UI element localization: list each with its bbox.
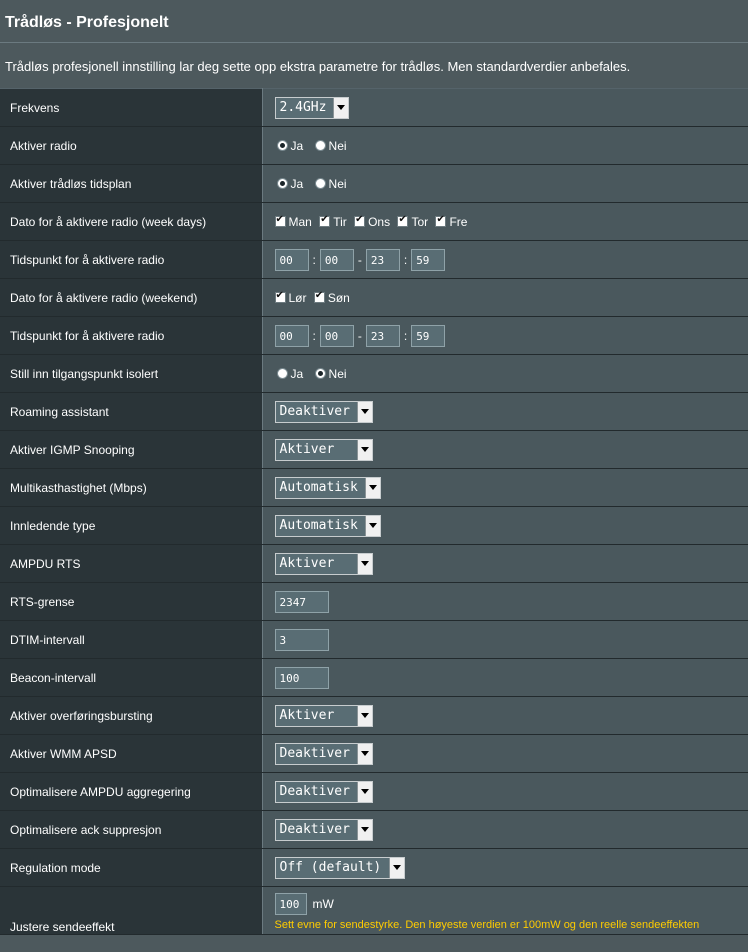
- checkbox-son[interactable]: [313, 290, 325, 304]
- radio-schedule-no[interactable]: [314, 178, 326, 190]
- preamble-select[interactable]: Automatisk: [274, 514, 381, 537]
- multicast-rate-select[interactable]: Automatisk: [274, 476, 381, 499]
- weekend-end-minute-input[interactable]: 59: [411, 324, 446, 347]
- row-regulation: Regulation mode Off (default): [0, 848, 748, 887]
- row-tid-week: Tidspunkt for å aktivere radio 00:00-23:…: [0, 240, 748, 279]
- radio-enable-no[interactable]: [314, 140, 326, 152]
- label-dato-week: Dato for å aktivere radio (week days): [0, 202, 263, 241]
- label-aktiver-radio: Aktiver radio: [0, 126, 263, 165]
- page-title: Trådløs - Profesjonelt: [0, 0, 748, 43]
- igmp-select[interactable]: Aktiver: [274, 438, 373, 461]
- row-ack: Optimalisere ack suppresjon Deaktiver: [0, 810, 748, 849]
- label-bursting: Aktiver overføringsbursting: [0, 696, 263, 735]
- label-ack: Optimalisere ack suppresjon: [0, 810, 263, 849]
- label-frekvens: Frekvens: [0, 88, 263, 127]
- weekday-end-hour-input[interactable]: 23: [365, 248, 400, 271]
- checkbox-tor[interactable]: [397, 214, 409, 228]
- page-description: Trådløs profesjonell innstilling lar deg…: [5, 59, 631, 74]
- label-preamble: Innledende type: [0, 506, 263, 545]
- roaming-select[interactable]: Deaktiver: [274, 400, 373, 423]
- beacon-interval-input[interactable]: 100: [274, 666, 329, 689]
- row-preamble: Innledende type Automatisk: [0, 506, 748, 545]
- label-wmm-apsd: Aktiver WMM APSD: [0, 734, 263, 773]
- row-tid-weekend: Tidspunkt for å aktivere radio 00:00-23:…: [0, 316, 748, 355]
- label-rts: RTS-grense: [0, 582, 263, 621]
- label-isolert: Still inn tilgangspunkt isolert: [0, 354, 263, 393]
- row-dtim: DTIM-intervall 3: [0, 620, 748, 659]
- rts-threshold-input[interactable]: 2347: [274, 590, 329, 613]
- chevron-down-icon: [356, 553, 372, 574]
- label-tid-week: Tidspunkt for å aktivere radio: [0, 240, 263, 279]
- weekend-start-hour-input[interactable]: 00: [274, 324, 309, 347]
- row-ampdu-rts: AMPDU RTS Aktiver: [0, 544, 748, 583]
- row-ampdu-agg: Optimalisere AMPDU aggregering Deaktiver: [0, 772, 748, 811]
- ampdu-rts-select[interactable]: Aktiver: [274, 552, 373, 575]
- label-multicast: Multikasthastighet (Mbps): [0, 468, 263, 507]
- weekday-end-minute-input[interactable]: 59: [411, 248, 446, 271]
- dtim-interval-input[interactable]: 3: [274, 628, 329, 651]
- frequency-select[interactable]: 2.4GHz: [274, 96, 349, 119]
- row-roaming: Roaming assistant Deaktiver: [0, 392, 748, 431]
- ack-suppression-select[interactable]: Deaktiver: [274, 818, 373, 841]
- label-txpower: Justere sendeeffekt: [0, 886, 263, 935]
- label-tid-weekend: Tidspunkt for å aktivere radio: [0, 316, 263, 355]
- label-tidsplan: Aktiver trådløs tidsplan: [0, 164, 263, 203]
- ampdu-aggregation-select[interactable]: Deaktiver: [274, 780, 373, 803]
- chevron-down-icon: [364, 477, 380, 498]
- chevron-down-icon: [356, 819, 372, 840]
- bursting-select[interactable]: Aktiver: [274, 704, 373, 727]
- row-rts: RTS-grense 2347: [0, 582, 748, 621]
- weekend-end-hour-input[interactable]: 23: [365, 324, 400, 347]
- chevron-down-icon: [356, 743, 372, 764]
- settings-table: Frekvens 2.4GHz Aktiver radio Ja Nei Akt…: [0, 88, 748, 935]
- radio-isolate-no[interactable]: [314, 368, 326, 380]
- checkbox-tir[interactable]: [319, 214, 331, 228]
- weekend-start-minute-input[interactable]: 00: [319, 324, 354, 347]
- row-dato-weekend: Dato for å aktivere radio (weekend) Lør …: [0, 278, 748, 317]
- radio-schedule-yes[interactable]: [276, 178, 288, 190]
- weekday-start-hour-input[interactable]: 00: [274, 248, 309, 271]
- row-frekvens: Frekvens 2.4GHz: [0, 88, 748, 127]
- row-txpower: Justere sendeeffekt 100 mW Sett evne for …: [0, 886, 748, 935]
- label-regulation: Regulation mode: [0, 848, 263, 887]
- label-beacon: Beacon-intervall: [0, 658, 263, 697]
- checkbox-man[interactable]: [274, 214, 286, 228]
- row-aktiver-radio: Aktiver radio Ja Nei: [0, 126, 748, 165]
- checkbox-lor[interactable]: [274, 290, 286, 304]
- row-beacon: Beacon-intervall 100: [0, 658, 748, 697]
- chevron-down-icon: [388, 857, 404, 878]
- label-roaming: Roaming assistant: [0, 392, 263, 431]
- row-wmm-apsd: Aktiver WMM APSD Deaktiver: [0, 734, 748, 773]
- chevron-down-icon: [356, 439, 372, 460]
- row-multicast: Multikasthastighet (Mbps) Automatisk: [0, 468, 748, 507]
- regulation-mode-select[interactable]: Off (default): [274, 856, 405, 879]
- chevron-down-icon: [356, 705, 372, 726]
- row-dato-week: Dato for å aktivere radio (week days) Ma…: [0, 202, 748, 241]
- txpower-note: Sett evne for sendestyrke. Den høyeste v…: [274, 919, 700, 931]
- checkbox-ons[interactable]: [354, 214, 366, 228]
- txpower-input[interactable]: 100: [274, 893, 307, 915]
- chevron-down-icon: [356, 401, 372, 422]
- radio-enable-yes[interactable]: [276, 140, 288, 152]
- chevron-down-icon: [356, 781, 372, 802]
- txpower-unit: mW: [312, 897, 334, 911]
- label-dato-weekend: Dato for å aktivere radio (weekend): [0, 278, 263, 317]
- label-dtim: DTIM-intervall: [0, 620, 263, 659]
- wmm-apsd-select[interactable]: Deaktiver: [274, 742, 373, 765]
- chevron-down-icon: [364, 515, 380, 536]
- radio-isolate-yes[interactable]: [276, 368, 288, 380]
- chevron-down-icon: [332, 97, 348, 118]
- row-igmp: Aktiver IGMP Snooping Aktiver: [0, 430, 748, 469]
- label-igmp: Aktiver IGMP Snooping: [0, 430, 263, 469]
- label-ampdu-agg: Optimalisere AMPDU aggregering: [0, 772, 263, 811]
- row-tidsplan: Aktiver trådløs tidsplan Ja Nei: [0, 164, 748, 203]
- label-ampdu-rts: AMPDU RTS: [0, 544, 263, 583]
- weekday-start-minute-input[interactable]: 00: [319, 248, 354, 271]
- row-isolert: Still inn tilgangspunkt isolert Ja Nei: [0, 354, 748, 393]
- checkbox-fre[interactable]: [435, 214, 447, 228]
- row-bursting: Aktiver overføringsbursting Aktiver: [0, 696, 748, 735]
- wireless-professional-page: Trådløs - Profesjonelt Trådløs profesjon…: [0, 0, 748, 952]
